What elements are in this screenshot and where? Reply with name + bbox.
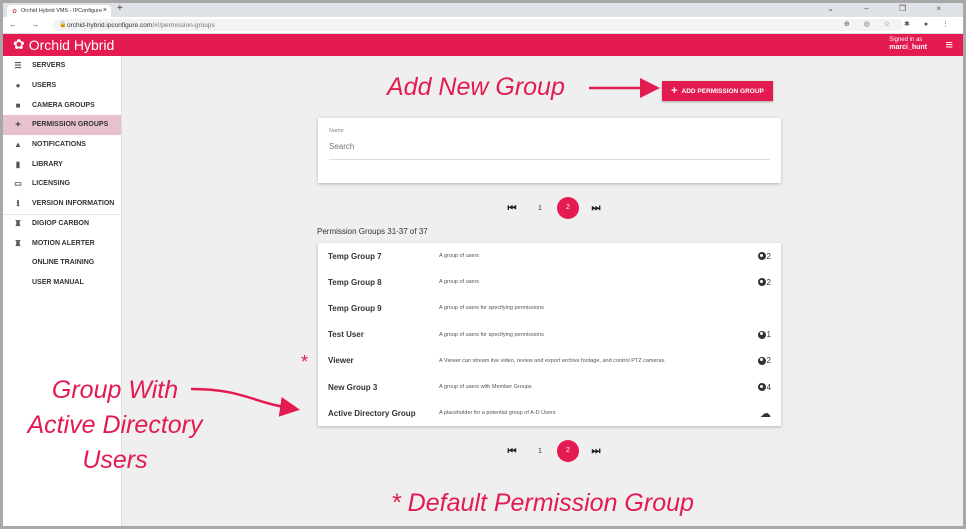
annotation-arrows — [190, 78, 660, 417]
arrow-to-ad-group — [190, 387, 300, 417]
browser-window: ✿ Orchid Hybrid VMS - IPConfigure × + ⌄ – … — [3, 3, 963, 526]
